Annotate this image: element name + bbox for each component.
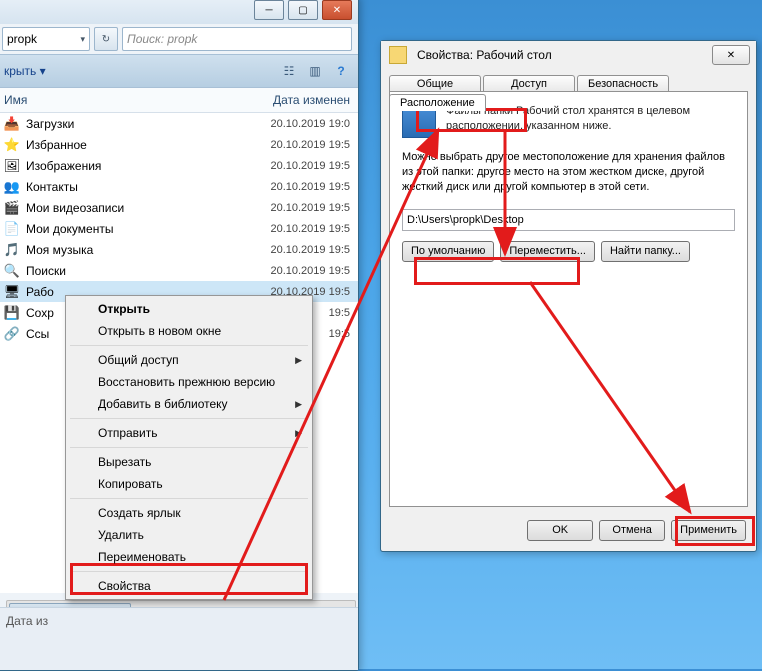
find-button[interactable]: Найти папку... (601, 241, 690, 262)
folder-icon: 👥 (4, 179, 20, 195)
separator (70, 418, 308, 419)
separator (70, 447, 308, 448)
explorer-toolbar: крыть ▾ ☷ ▥ ? (0, 54, 358, 88)
list-item[interactable]: 👥 Контакты 20.10.2019 19:5 (0, 176, 358, 197)
folder-icon: 📄 (4, 221, 20, 237)
maximize-button[interactable]: ▢ (288, 0, 318, 20)
menu-item[interactable]: Копировать (68, 473, 310, 495)
cancel-button[interactable]: Отмена (599, 520, 665, 541)
status-text: Дата из (6, 614, 48, 628)
properties-title: Свойства: Рабочий стол (417, 48, 708, 62)
menu-item[interactable]: Общий доступ▶ (68, 349, 310, 371)
file-name: Изображения (26, 159, 264, 173)
file-date: 19:5 (329, 328, 350, 340)
tab[interactable]: Доступ (483, 75, 575, 92)
file-date: 20.10.2019 19:5 (270, 160, 350, 172)
status-bar: Дата из (0, 607, 358, 670)
tab[interactable]: Безопасность (577, 75, 669, 92)
refresh-button[interactable]: ↻ (94, 27, 118, 51)
address-bar: propk ▾ ↻ Поиск: propk (0, 24, 358, 54)
path-input[interactable]: D:\Users\propk\Desktop (402, 209, 735, 231)
folder-icon: 🖥 (4, 284, 20, 300)
menu-item[interactable]: Переименовать (68, 546, 310, 568)
list-item[interactable]: 🔍 Поиски 20.10.2019 19:5 (0, 260, 358, 281)
list-item[interactable]: 🎵 Моя музыка 20.10.2019 19:5 (0, 239, 358, 260)
separator (70, 498, 308, 499)
menu-item[interactable]: Восстановить прежнюю версию (68, 371, 310, 393)
view-icon[interactable]: ☷ (280, 62, 298, 80)
folder-icon: 💾 (4, 305, 20, 321)
file-date: 20.10.2019 19:5 (270, 139, 350, 151)
file-date: 20.10.2019 19:5 (270, 265, 350, 277)
open-menu[interactable]: крыть ▾ (4, 64, 46, 78)
menu-item[interactable]: Открыть (68, 298, 310, 320)
folder-icon: 🎵 (4, 242, 20, 258)
file-date: 19:5 (329, 307, 350, 319)
desc-text-1: Файлы папки Рабочий стол хранятся в целе… (446, 104, 735, 138)
menu-item[interactable]: Свойства (68, 575, 310, 597)
menu-item[interactable]: Открыть в новом окне (68, 320, 310, 342)
file-name: Моя музыка (26, 243, 264, 257)
ok-button[interactable]: OK (527, 520, 593, 541)
menu-item[interactable]: Создать ярлык (68, 502, 310, 524)
list-item[interactable]: 🖼 Изображения 20.10.2019 19:5 (0, 155, 358, 176)
tab[interactable]: Общие (389, 75, 481, 92)
file-date: 20.10.2019 19:5 (270, 181, 350, 193)
context-menu: ОткрытьОткрыть в новом окне Общий доступ▶… (65, 295, 313, 600)
menu-item[interactable]: Отправить▶ (68, 422, 310, 444)
minimize-button[interactable]: ─ (254, 0, 284, 20)
path-buttons: По умолчанию Переместить... Найти папку.… (402, 241, 735, 262)
list-item[interactable]: ⭐ Избранное 20.10.2019 19:5 (0, 134, 358, 155)
preview-pane-icon[interactable]: ▥ (306, 62, 324, 80)
file-name: Мои видеозаписи (26, 201, 264, 215)
menu-item[interactable]: Удалить (68, 524, 310, 546)
tab-body: Файлы папки Рабочий стол хранятся в целе… (389, 91, 748, 507)
desc-text-2: Можно выбрать другое местоположение для … (402, 150, 735, 195)
folder-icon: 🎬 (4, 200, 20, 216)
list-item[interactable]: 🎬 Мои видеозаписи 20.10.2019 19:5 (0, 197, 358, 218)
file-name: Контакты (26, 180, 264, 194)
separator (70, 345, 308, 346)
folder-icon: 🖼 (4, 158, 20, 174)
address-text: propk (7, 32, 37, 46)
properties-titlebar: Свойства: Рабочий стол ✕ (381, 41, 756, 69)
apply-button[interactable]: Применить (671, 520, 746, 541)
menu-item[interactable]: Добавить в библиотеку▶ (68, 393, 310, 415)
close-button[interactable]: ✕ (712, 45, 750, 65)
default-button[interactable]: По умолчанию (402, 241, 494, 262)
file-date: 20.10.2019 19:5 (270, 223, 350, 235)
dialog-buttons: OK Отмена Применить (527, 520, 746, 541)
explorer-titlebar: ─ ▢ ✕ (0, 0, 358, 24)
folder-icon: 📥 (4, 116, 20, 132)
file-name: Поиски (26, 264, 264, 278)
list-item[interactable]: 📄 Мои документы 20.10.2019 19:5 (0, 218, 358, 239)
menu-item[interactable]: Вырезать (68, 451, 310, 473)
properties-dialog: Свойства: Рабочий стол ✕ ОбщиеДоступБезо… (380, 40, 757, 552)
address-field[interactable]: propk ▾ (2, 27, 90, 51)
col-date[interactable]: Дата изменен (273, 93, 350, 107)
folder-icon: ⭐ (4, 137, 20, 153)
list-item[interactable]: 📥 Загрузки 20.10.2019 19:0 (0, 113, 358, 134)
file-date: 20.10.2019 19:5 (270, 202, 350, 214)
submenu-arrow-icon: ▶ (295, 428, 302, 439)
file-date: 20.10.2019 19:0 (270, 118, 350, 130)
chevron-down-icon[interactable]: ▾ (80, 34, 85, 45)
folder-icon: 🔗 (4, 326, 20, 342)
tab[interactable]: Расположение (389, 94, 486, 111)
col-name[interactable]: Имя (4, 93, 273, 107)
submenu-arrow-icon: ▶ (295, 399, 302, 410)
move-button[interactable]: Переместить... (500, 241, 595, 262)
file-name: Избранное (26, 138, 264, 152)
file-date: 20.10.2019 19:5 (270, 244, 350, 256)
folder-icon (389, 46, 407, 64)
submenu-arrow-icon: ▶ (295, 355, 302, 366)
separator (70, 571, 308, 572)
folder-icon: 🔍 (4, 263, 20, 279)
file-name: Загрузки (26, 117, 264, 131)
help-icon[interactable]: ? (332, 62, 350, 80)
column-headers[interactable]: Имя Дата изменен (0, 88, 358, 113)
search-input[interactable]: Поиск: propk (122, 27, 352, 51)
close-button[interactable]: ✕ (322, 0, 352, 20)
file-name: Мои документы (26, 222, 264, 236)
